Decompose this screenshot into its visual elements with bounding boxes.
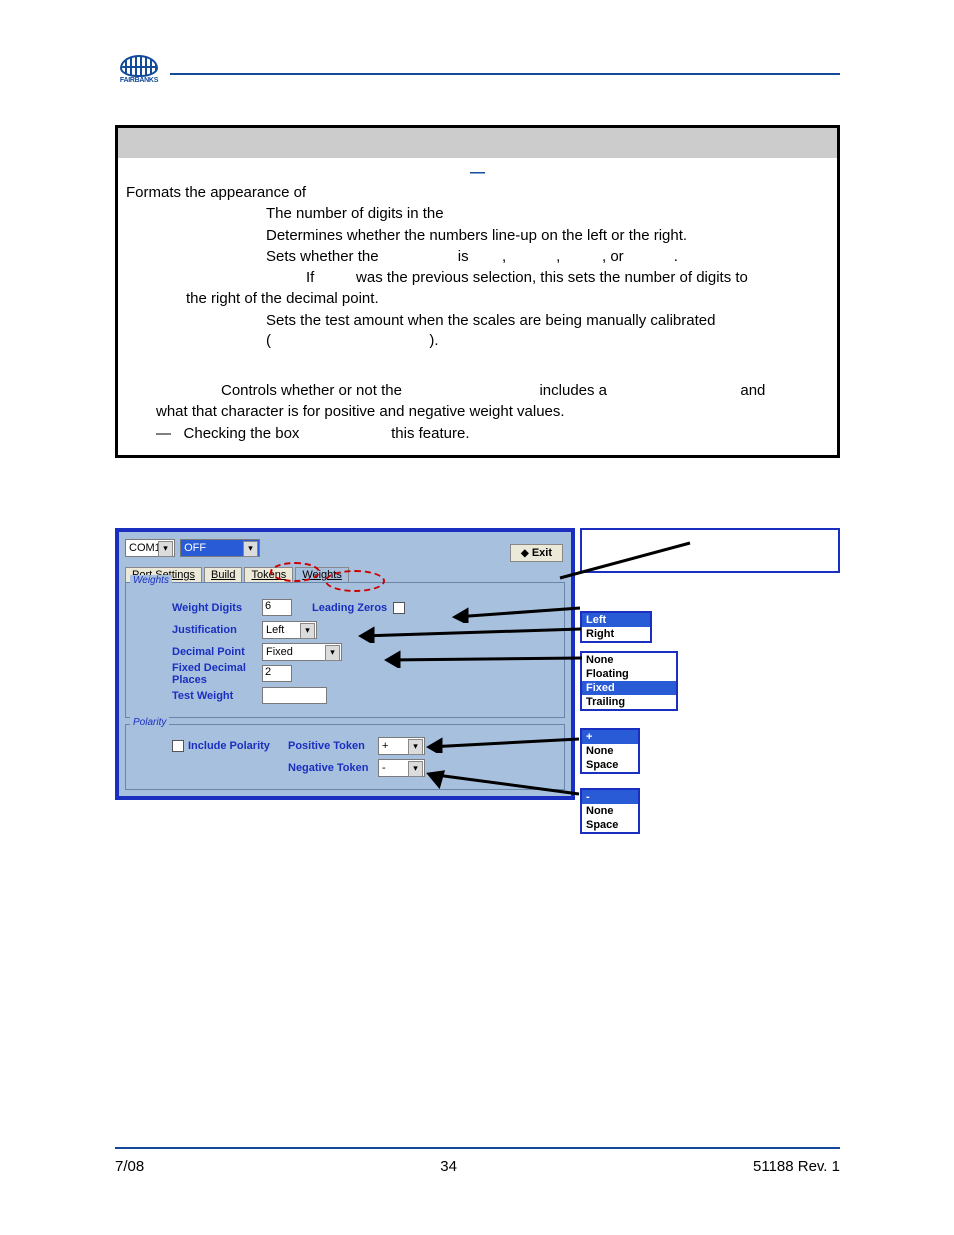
- label-negative-token: Negative Token: [288, 762, 378, 774]
- description-box: — Formats the appearance of The number o…: [115, 125, 840, 458]
- negative-token-select[interactable]: -: [378, 759, 425, 777]
- desc-text: what that character is for positive and …: [126, 402, 829, 422]
- footer-page-number: 34: [440, 1158, 457, 1175]
- justification-options: Left Right: [580, 611, 652, 643]
- desc-text: Determines whether the numbers line-up o…: [126, 226, 829, 246]
- label-positive-token: Positive Token: [288, 740, 378, 752]
- tab-build[interactable]: Build: [204, 567, 242, 583]
- label-decimal-point: Decimal Point: [132, 646, 262, 658]
- desc-text: Formats the appearance of: [126, 183, 829, 203]
- label-fixed-decimal: Fixed Decimal Places: [132, 662, 262, 686]
- arrow-icon: [377, 648, 587, 668]
- arrow-icon: [419, 768, 584, 798]
- desc-text: the right of the decimal point.: [126, 289, 829, 309]
- polarity-legend: Polarity: [130, 717, 169, 728]
- arrow-icon: [445, 603, 585, 623]
- desc-text: — Checking the box this feature.: [126, 424, 829, 444]
- fixed-decimal-input[interactable]: 2: [262, 665, 292, 682]
- justification-select[interactable]: Left: [262, 621, 317, 639]
- highlight-oval: [270, 562, 320, 582]
- page-footer: 7/08 34 51188 Rev. 1: [115, 1158, 840, 1175]
- arrow-icon: [419, 733, 584, 753]
- label-justification: Justification: [132, 624, 262, 636]
- exit-icon: ◆: [521, 548, 529, 559]
- negative-token-options: - None Space: [580, 788, 640, 834]
- description-title-bar: [118, 128, 837, 158]
- label-test-weight: Test Weight: [132, 690, 262, 702]
- footer-date: 7/08: [115, 1158, 144, 1175]
- label-leading-zeros: Leading Zeros: [312, 602, 387, 614]
- arrow-icon: [351, 625, 586, 643]
- positive-token-options: + None Space: [580, 728, 640, 774]
- label-include-polarity: Include Polarity: [188, 740, 288, 752]
- fairbanks-logo: FAIRBANKS: [113, 55, 165, 95]
- footer-doc-id: 51188 Rev. 1: [753, 1158, 840, 1175]
- include-polarity-checkbox[interactable]: [172, 740, 184, 752]
- desc-text: If was the previous selection, this sets…: [126, 268, 829, 288]
- leading-zeros-checkbox[interactable]: [393, 602, 405, 614]
- footer-rule: [115, 1147, 840, 1149]
- desc-text: The number of digits in the: [126, 204, 829, 224]
- decimal-point-select[interactable]: Fixed: [262, 643, 342, 661]
- desc-text: Sets the test amount when the scales are…: [126, 311, 829, 352]
- label-weight-digits: Weight Digits: [132, 602, 262, 614]
- mode-select[interactable]: OFF: [180, 539, 260, 557]
- weight-digits-input[interactable]: 6: [262, 599, 292, 616]
- highlight-oval: [325, 570, 385, 592]
- header-rule: [170, 73, 840, 75]
- arrow-icon: [555, 538, 695, 583]
- decimal-options: None Floating Fixed Trailing: [580, 651, 678, 711]
- test-weight-input[interactable]: [262, 687, 327, 704]
- positive-token-select[interactable]: +: [378, 737, 425, 755]
- section-heading: —: [126, 164, 829, 182]
- desc-text: Controls whether or not the includes a a…: [126, 381, 829, 401]
- desc-text: Sets whether the is , , , or .: [126, 247, 829, 267]
- page-header: FAIRBANKS: [115, 55, 840, 105]
- weights-legend: Weights: [130, 575, 172, 586]
- com-port-select[interactable]: COM1: [125, 539, 175, 557]
